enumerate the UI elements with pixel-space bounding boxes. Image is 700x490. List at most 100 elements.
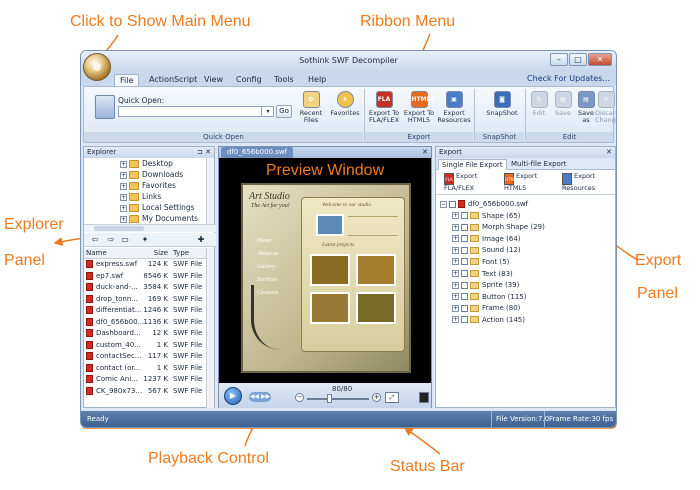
checkbox[interactable] xyxy=(461,304,468,312)
tree-item[interactable]: + Button (115) xyxy=(440,292,610,304)
expand-icon[interactable]: + xyxy=(452,212,459,220)
checkbox[interactable] xyxy=(461,212,468,220)
checkbox[interactable] xyxy=(461,223,468,231)
expand-icon[interactable]: + xyxy=(452,270,459,278)
export-resources-button[interactable]: Export Resources xyxy=(562,173,616,192)
discard-changes-button[interactable]: ✕ Discard Changes xyxy=(595,89,616,131)
tree-item[interactable]: + Shape (65) xyxy=(440,211,610,223)
collapse-icon[interactable]: − xyxy=(440,200,447,208)
background-color-icon[interactable] xyxy=(419,392,429,403)
recent-files-button[interactable]: ⏲ Recent Files xyxy=(293,89,329,131)
expand-icon[interactable]: + xyxy=(452,246,459,254)
tab-multi-file-export[interactable]: Multi-file Export xyxy=(508,159,569,170)
panel-close-icon[interactable]: ⊐ ✕ xyxy=(197,147,211,158)
expand-icon[interactable]: + xyxy=(120,171,127,179)
export-html5-button[interactable]: HTML5Export HTML5 xyxy=(504,173,546,192)
quick-open-input[interactable] xyxy=(118,106,274,117)
column-type[interactable]: Type xyxy=(173,248,189,259)
file-row[interactable]: df0_656b00... 1136 K SWF File xyxy=(84,317,208,329)
chevron-down-icon[interactable]: ▾ xyxy=(261,106,274,117)
file-row[interactable]: duck-and-... 3584 K SWF File xyxy=(84,282,208,294)
expand-icon[interactable]: + xyxy=(452,293,459,301)
save-button[interactable]: ▤ Save xyxy=(551,89,575,131)
column-size[interactable]: Size xyxy=(142,248,168,259)
file-row[interactable]: Dashboard... 12 K SWF File xyxy=(84,328,208,340)
tree-item-my-documents[interactable]: + My Documents xyxy=(84,213,208,224)
save-as-button[interactable]: ▤ Save as xyxy=(575,89,597,131)
export-fla-button[interactable]: FLA Export To FLA/FLEX xyxy=(366,89,402,131)
file-row[interactable]: ep7.swf 8546 K SWF File xyxy=(84,271,208,283)
go-button[interactable]: Go xyxy=(276,105,292,118)
preview-tab[interactable]: df0_656b000.swf xyxy=(221,147,294,158)
add-icon[interactable]: ✚ xyxy=(196,235,206,245)
tree-item[interactable]: + Sound (12) xyxy=(440,245,610,257)
tree-item-downloads[interactable]: + Downloads xyxy=(84,169,208,180)
tree-item[interactable]: + Text (83) xyxy=(440,269,610,281)
close-button[interactable]: ✕ xyxy=(588,53,612,66)
column-name[interactable]: Name xyxy=(86,248,144,259)
tab-view[interactable]: View xyxy=(199,74,228,86)
tree-scrollbar[interactable] xyxy=(206,158,214,224)
expand-icon[interactable]: + xyxy=(120,193,127,201)
expand-icon[interactable]: + xyxy=(120,204,127,212)
preview-stage[interactable]: Preview Window Art Studio The Art for yo… xyxy=(219,158,431,383)
file-row[interactable]: CK_980x73... 567 K SWF File xyxy=(84,386,208,398)
checkbox[interactable] xyxy=(461,316,468,324)
forward-icon[interactable]: ⇨ xyxy=(106,235,116,245)
file-list-scrollbar[interactable] xyxy=(206,248,214,408)
expand-icon[interactable]: + xyxy=(452,235,459,243)
checkbox[interactable] xyxy=(461,293,468,301)
tab-config[interactable]: Config xyxy=(231,74,267,86)
edit-button[interactable]: ✎ Edit xyxy=(527,89,551,131)
checkbox[interactable] xyxy=(461,281,468,289)
tree-h-scrollbar[interactable] xyxy=(84,224,216,232)
open-folder-icon[interactable] xyxy=(95,95,115,119)
favorites-button[interactable]: ★ Favorites xyxy=(327,89,363,131)
check-updates-link[interactable]: Check For Updates... xyxy=(527,74,610,83)
tree-item[interactable]: + Action (145) xyxy=(440,315,610,327)
snapshot-button[interactable]: ◙ SnapShot xyxy=(480,89,524,131)
play-icon[interactable]: ▶ xyxy=(224,387,242,405)
expand-icon[interactable]: + xyxy=(120,182,127,190)
folder-up-icon[interactable]: ▭ xyxy=(120,235,130,245)
export-resources-button[interactable]: ▣ Export Resources xyxy=(436,89,472,131)
tree-root[interactable]: − df0_656b000.swf xyxy=(440,199,610,211)
file-row[interactable]: Comic Ani... 1237 K SWF File xyxy=(84,374,208,386)
tree-item-favorites[interactable]: + Favorites xyxy=(84,180,208,191)
zoom-out-icon[interactable]: − xyxy=(295,393,304,402)
scroll-thumb[interactable] xyxy=(94,226,144,231)
favorite-add-icon[interactable]: ✦ xyxy=(140,235,150,245)
close-icon[interactable]: ✕ xyxy=(606,147,612,158)
checkbox[interactable] xyxy=(461,270,468,278)
close-icon[interactable]: ✕ xyxy=(422,147,428,158)
maximize-button[interactable]: □ xyxy=(569,53,587,66)
zoom-in-icon[interactable]: + xyxy=(372,393,381,402)
expand-icon[interactable]: + xyxy=(452,258,459,266)
expand-icon[interactable]: + xyxy=(120,215,127,223)
export-fla-button[interactable]: FLA Export FLA/FLEX xyxy=(444,173,492,192)
expand-icon[interactable]: + xyxy=(452,316,459,324)
export-html5-button[interactable]: HTML5 Export To HTML5 xyxy=(401,89,437,131)
tab-single-file-export[interactable]: Single File Export xyxy=(438,159,507,170)
checkbox[interactable] xyxy=(449,200,456,208)
file-row[interactable]: contactSec... 117 K SWF File xyxy=(84,351,208,363)
fit-window-icon[interactable]: ⤢ xyxy=(385,392,399,403)
tree-item-local-settings[interactable]: + Local Settings xyxy=(84,202,208,213)
expand-icon[interactable]: + xyxy=(452,223,459,231)
slider-handle[interactable] xyxy=(327,394,332,403)
expand-icon[interactable]: + xyxy=(120,160,127,168)
back-icon[interactable]: ⇦ xyxy=(90,235,100,245)
tab-actionscript[interactable]: ActionScript xyxy=(144,74,202,86)
checkbox[interactable] xyxy=(461,235,468,243)
checkbox[interactable] xyxy=(461,258,468,266)
rewind-forward-icon[interactable]: ◀◀ ▶▶ xyxy=(249,392,271,402)
tree-item[interactable]: + Frame (80) xyxy=(440,303,610,315)
tree-item-links[interactable]: + Links xyxy=(84,191,208,202)
file-row[interactable]: differentiat... 1246 K SWF File xyxy=(84,305,208,317)
file-row[interactable]: express.swf 124 K SWF File xyxy=(84,259,208,271)
minimize-button[interactable]: – xyxy=(550,53,568,66)
expand-icon[interactable]: + xyxy=(452,281,459,289)
file-row[interactable]: custom_40... 1 K SWF File xyxy=(84,340,208,352)
tree-item[interactable]: + Morph Shape (29) xyxy=(440,222,610,234)
expand-icon[interactable]: + xyxy=(452,304,459,312)
